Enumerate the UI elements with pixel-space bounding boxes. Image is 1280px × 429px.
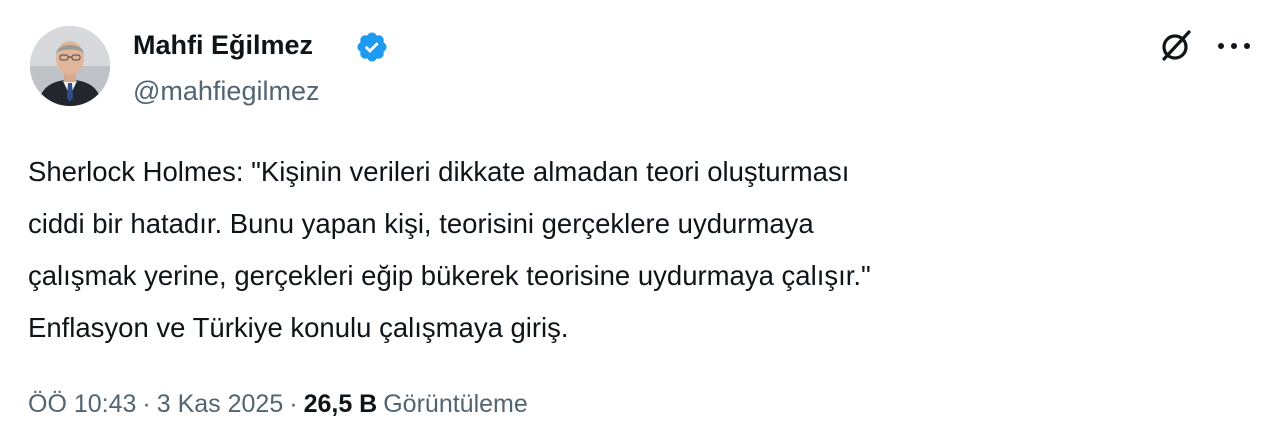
tweet-text-line: çalışmak yerine, gerçekleri eğip bükerek… (28, 260, 871, 291)
tweet-text-line: ciddi bir hatadır. Bunu yapan kişi, teor… (28, 208, 814, 239)
meta-separator: · (289, 390, 298, 418)
author-name[interactable]: Mahfi Eğilmez (133, 28, 313, 62)
tweet-meta: ÖÖ 10:43 · 3 Kas 2025 · 26,5 B Görüntüleme (28, 387, 528, 421)
meta-separator: · (142, 390, 151, 418)
tweet-time[interactable]: ÖÖ 10:43 (28, 390, 136, 418)
grok-icon[interactable] (1158, 28, 1194, 64)
views-label: Görüntüleme (383, 390, 528, 418)
avatar[interactable] (30, 26, 110, 106)
views-count[interactable]: 26,5 B (304, 390, 378, 418)
tweet-text-line: Sherlock Holmes: "Kişinin verileri dikka… (28, 156, 850, 187)
tweet-date[interactable]: 3 Kas 2025 (157, 390, 284, 418)
verified-badge-icon (357, 32, 387, 62)
tweet-text: Sherlock Holmes: "Kişinin verileri dikka… (28, 146, 1228, 354)
tweet-card: Mahfi Eğilmez @mahfiegilmez Sherlock Hol… (0, 0, 1280, 429)
author-handle[interactable]: @mahfiegilmez (133, 74, 319, 108)
more-icon[interactable] (1214, 30, 1254, 62)
tweet-text-line: Enflasyon ve Türkiye konulu çalışmaya gi… (28, 312, 569, 343)
